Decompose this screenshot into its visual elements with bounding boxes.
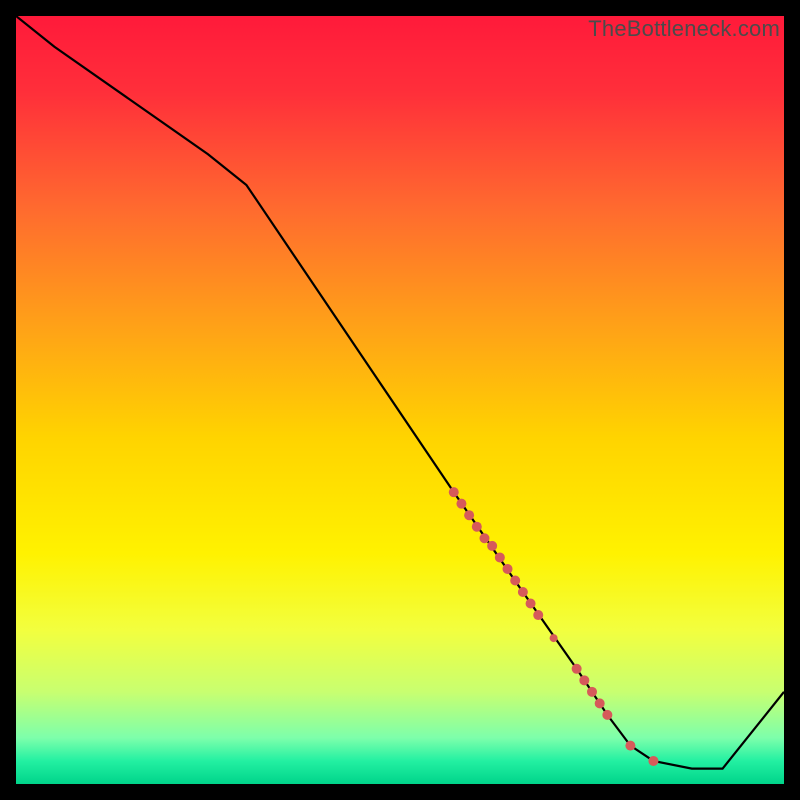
- scatter-point: [550, 634, 558, 642]
- scatter-point: [533, 610, 543, 620]
- scatter-point: [472, 522, 482, 532]
- scatter-point: [479, 533, 489, 543]
- scatter-point: [495, 552, 505, 562]
- scatter-point: [648, 756, 658, 766]
- chart-svg: [16, 16, 784, 784]
- scatter-point: [526, 599, 536, 609]
- scatter-point: [449, 487, 459, 497]
- watermark-text: TheBottleneck.com: [588, 16, 780, 42]
- scatter-point: [572, 664, 582, 674]
- scatter-point: [579, 675, 589, 685]
- scatter-point: [602, 710, 612, 720]
- scatter-point: [595, 698, 605, 708]
- chart-frame: TheBottleneck.com: [16, 16, 784, 784]
- scatter-point: [510, 575, 520, 585]
- scatter-point: [456, 499, 466, 509]
- scatter-point: [464, 510, 474, 520]
- plot-area: TheBottleneck.com: [16, 16, 784, 784]
- scatter-point: [625, 741, 635, 751]
- scatter-point: [487, 541, 497, 551]
- scatter-point: [587, 687, 597, 697]
- scatter-point: [518, 587, 528, 597]
- gradient-background: [16, 16, 784, 784]
- scatter-point: [503, 564, 513, 574]
